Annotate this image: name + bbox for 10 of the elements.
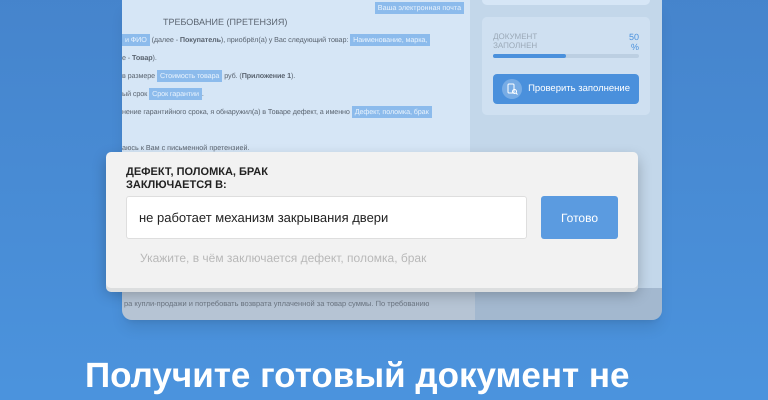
headline: Получите готовый документ не [85, 356, 630, 395]
document-heading: ТРЕБОВАНИЕ (ПРЕТЕНЗИЯ) [163, 16, 288, 30]
check-button[interactable]: Проверить заполнение [493, 74, 639, 104]
progress-value: 50 % [628, 32, 639, 52]
hint-text: Укажите, в чём заключается дефект, поломка, брак [139, 250, 428, 267]
document-search-icon [502, 79, 522, 99]
progress-label: ДОКУМЕНТ ЗАПОЛНЕН [493, 32, 538, 50]
done-button[interactable]: Готово [541, 196, 618, 239]
dialog-title: ДЕФЕКТ, ПОЛОМКА, БРАК ЗАКЛЮЧАЕТСЯ В: [126, 166, 269, 192]
defect-input[interactable]: не работает механизм закрывания двери [126, 196, 527, 239]
